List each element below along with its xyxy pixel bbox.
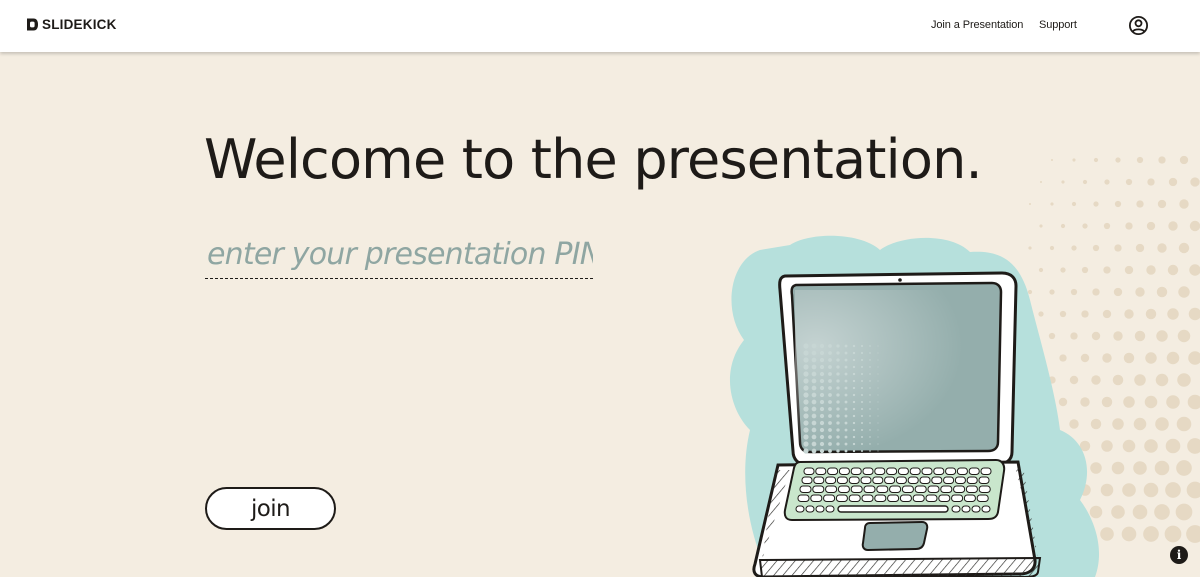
nav-join-presentation[interactable]: Join a Presentation <box>931 19 1023 31</box>
join-button[interactable]: join <box>205 487 336 530</box>
logo-text: SLIDEKICK <box>42 17 117 32</box>
info-icon[interactable]: i <box>1170 546 1188 564</box>
presentation-pin-input[interactable] <box>205 235 593 279</box>
top-navigation-bar: SLIDEKICK Join a Presentation Support <box>0 0 1200 52</box>
user-circle-icon <box>1128 15 1149 36</box>
slidekick-logo[interactable]: SLIDEKICK <box>25 17 117 32</box>
logo-icon <box>27 18 38 31</box>
laptop-icon <box>729 155 1200 577</box>
nav-support[interactable]: Support <box>1039 19 1077 31</box>
laptop-illustration <box>700 140 1200 577</box>
account-button[interactable] <box>1128 15 1149 36</box>
